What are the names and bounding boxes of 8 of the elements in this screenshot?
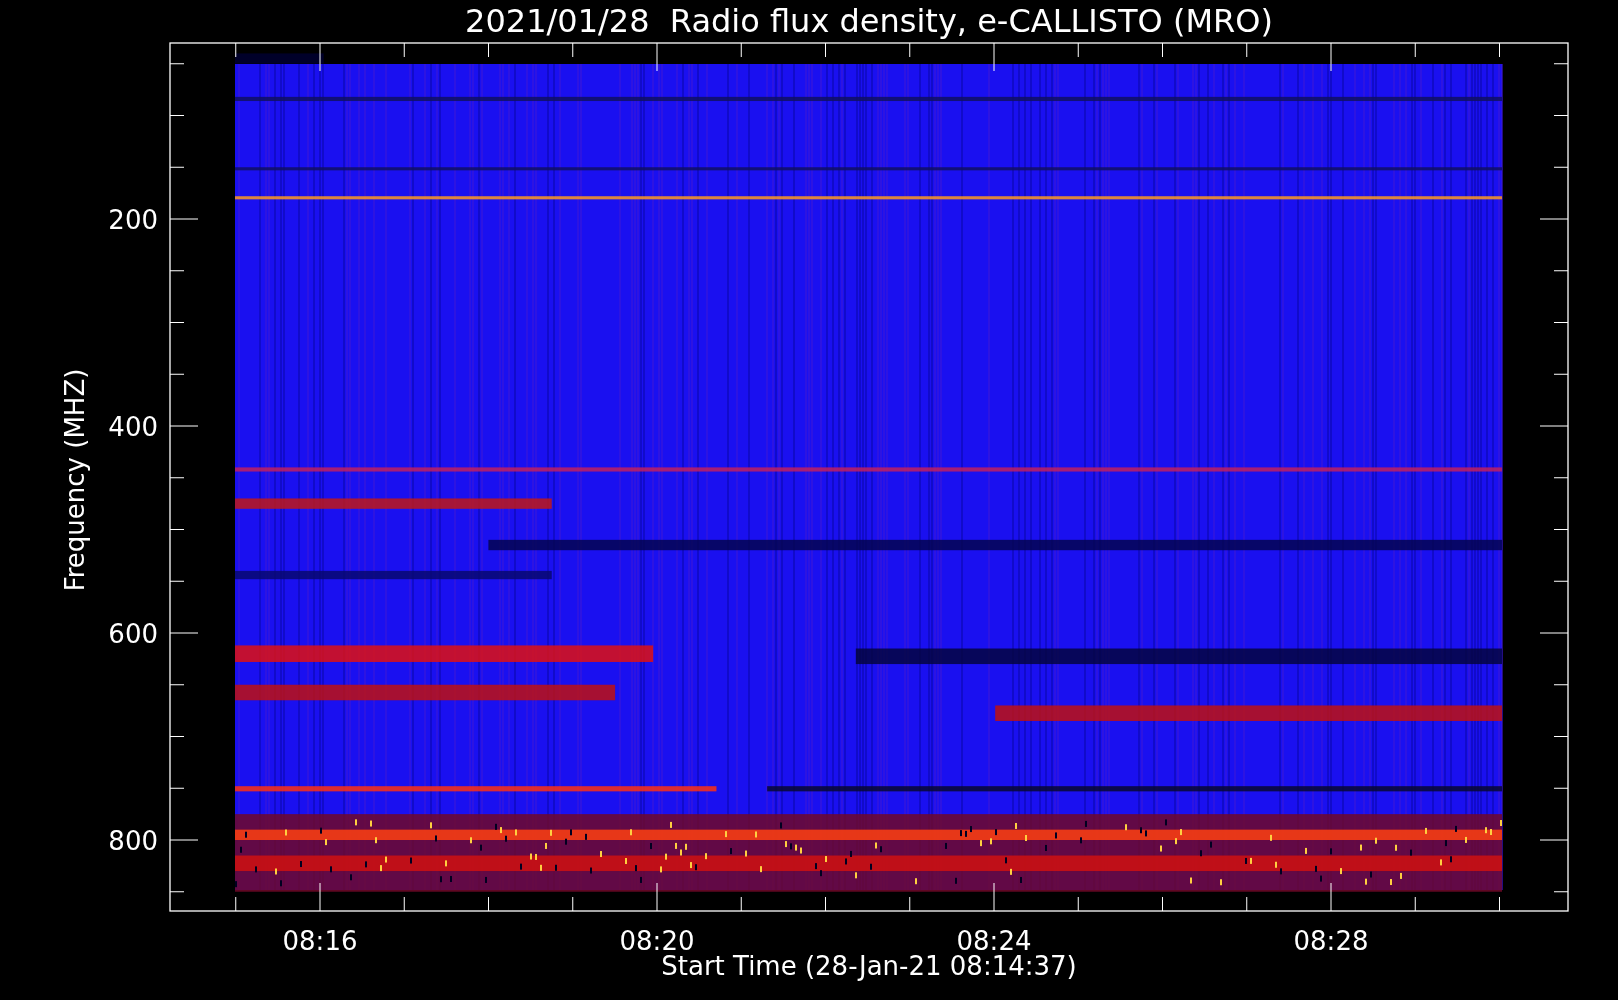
- y-tick-label: 400: [108, 412, 158, 442]
- y-axis-label: Frequency (MHZ): [60, 368, 90, 592]
- x-tick-label: 08:16: [282, 926, 358, 956]
- x-tick-label: 08:28: [1293, 926, 1369, 956]
- y-tick-label: 200: [108, 205, 158, 235]
- y-tick-label: 600: [108, 619, 158, 649]
- y-tick-label: 800: [108, 826, 158, 856]
- chart-title: 2021/01/28 Radio flux density, e-CALLISTO (MRO): [465, 2, 1273, 40]
